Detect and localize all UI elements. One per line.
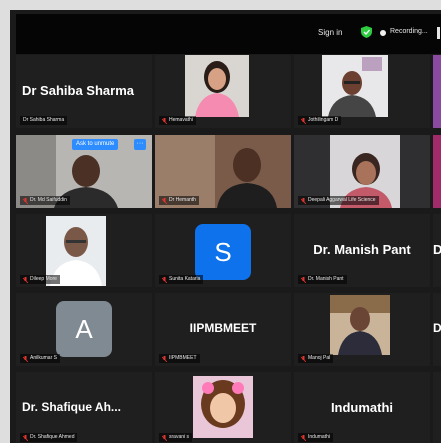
mic-muted-icon [23, 276, 28, 283]
participant-display-name: Dr. Manish Pant [313, 242, 411, 257]
sign-in-link[interactable]: Sign in [318, 28, 342, 37]
participant-tile-partial[interactable]: Dr [433, 293, 441, 366]
participant-name-label: Manoj Pal [298, 354, 334, 363]
participant-tile[interactable]: Dileep More [16, 214, 152, 287]
participant-name-label: Dr. Md Saifuddin [20, 196, 70, 205]
participant-tile[interactable]: Jothilingam D [294, 55, 430, 128]
participant-name-label: sravani s [159, 433, 193, 442]
participant-display-name: Dr. Shafique Ah... [22, 400, 121, 414]
mic-muted-icon [162, 117, 167, 124]
participant-tile[interactable]: A Anilkumar S [16, 293, 152, 366]
participant-video [185, 55, 249, 117]
participant-tile-partial[interactable] [433, 372, 441, 443]
zoom-gallery-window: Sign in Recording... Dr Sahiba Sharma Dr… [10, 10, 441, 443]
participant-name-label: Sunita Kataria [159, 275, 204, 284]
mic-muted-icon [23, 434, 28, 441]
participant-tile[interactable]: IIPMBMEET IIPMBMEET [155, 293, 291, 366]
participant-tile[interactable]: Dr Hemanth [155, 135, 291, 208]
participant-tile-partial[interactable] [433, 135, 441, 208]
meeting-top-bar: Sign in Recording... [16, 14, 441, 54]
recording-status[interactable]: Recording... [390, 28, 428, 35]
participant-display-name: IIPMBMEET [189, 321, 257, 335]
participant-name-label: Hemavathi [159, 116, 196, 125]
mic-muted-icon [301, 434, 306, 441]
participant-tile[interactable]: Deepali Aggarwal Life Science [294, 135, 430, 208]
avatar: S [195, 224, 251, 280]
participant-name-label: Anilkumar S [20, 354, 60, 363]
mic-muted-icon [162, 434, 167, 441]
avatar: A [56, 301, 112, 357]
participant-name-label: Dileep More [20, 275, 60, 284]
mic-muted-icon [23, 197, 28, 204]
participant-tile[interactable]: Dr. Manish Pant Dr. Manish Pant [294, 214, 430, 287]
participant-tile[interactable]: Manoj Pal [294, 293, 430, 366]
mic-muted-icon [301, 276, 306, 283]
pause-icon[interactable] [437, 27, 440, 39]
participant-name-label: IIPMBMEET [159, 354, 200, 363]
participant-name-label: Deepali Aggarwal Life Science [298, 196, 379, 205]
participant-tile[interactable]: Ask to unmute ··· Dr. Md Saifuddin [16, 135, 152, 208]
mic-muted-icon [301, 355, 306, 362]
participant-name-label: Dr. Manish Pant [298, 275, 347, 284]
participant-tile[interactable]: Indumathi Indumathi [294, 372, 430, 443]
shield-icon [361, 26, 372, 38]
participant-tile[interactable]: Dr. Shafique Ah... Dr. Shafique Ahmed [16, 372, 152, 443]
participant-name-label: Dr. Shafique Ahmed [20, 433, 78, 442]
participant-tile[interactable]: sravani s [155, 372, 291, 443]
participant-tile-partial[interactable] [433, 55, 441, 128]
participant-display-name: Dr [433, 321, 441, 335]
participant-video [322, 55, 388, 117]
participant-tile[interactable]: Hemavathi [155, 55, 291, 128]
participant-display-name: Indumathi [330, 400, 394, 415]
participant-tile-partial[interactable]: D [433, 214, 441, 287]
mic-muted-icon [23, 355, 28, 362]
participant-video [330, 295, 390, 355]
ask-to-unmute-button[interactable]: Ask to unmute [72, 139, 119, 150]
mic-muted-icon [301, 197, 306, 204]
participant-display-name: D [433, 242, 441, 257]
recording-icon [380, 30, 386, 36]
mic-muted-icon [162, 355, 167, 362]
more-options-button[interactable]: ··· [134, 139, 146, 150]
participant-name-label: Jothilingam D [298, 116, 342, 125]
mic-muted-icon [301, 117, 306, 124]
participant-name-label: Dr Sahiba Sharma [20, 116, 68, 125]
participant-video [193, 376, 253, 438]
mic-muted-icon [162, 276, 167, 283]
participant-name-label: Dr Hemanth [159, 196, 199, 205]
participant-tile[interactable]: Dr Sahiba Sharma Dr Sahiba Sharma [16, 55, 152, 128]
participant-name-label: Indumathi [298, 433, 333, 442]
mic-muted-icon [162, 197, 167, 204]
participant-tile[interactable]: S Sunita Kataria [155, 214, 291, 287]
participant-display-name: Dr Sahiba Sharma [22, 83, 134, 98]
